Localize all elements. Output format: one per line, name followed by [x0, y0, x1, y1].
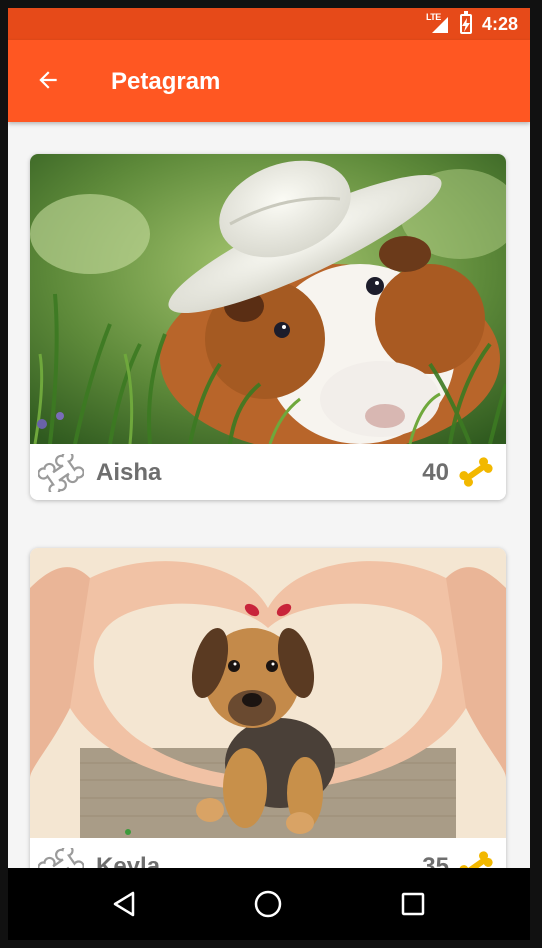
triangle-back-icon	[113, 891, 135, 917]
nav-recents-button[interactable]	[393, 886, 433, 922]
battery-icon	[459, 11, 472, 34]
status-time: 4:28	[481, 13, 518, 34]
system-nav-bar	[8, 868, 530, 940]
pet-card-footer: Keyla 35	[30, 838, 506, 868]
nav-back-button[interactable]	[104, 886, 144, 922]
pet-name: Aisha	[96, 459, 162, 486]
status-bar: LTE 4:28	[8, 8, 530, 40]
arrow-left-icon	[39, 71, 57, 89]
square-recents-icon	[401, 892, 425, 916]
back-button[interactable]	[30, 62, 66, 98]
pet-photo	[30, 548, 506, 838]
nav-home-button[interactable]	[248, 886, 288, 922]
status-icons: LTE 4:28	[425, 11, 518, 35]
like-count: 40	[422, 459, 449, 486]
bone-outline-icon	[38, 848, 84, 868]
pet-name: Keyla	[96, 853, 161, 868]
bone-outline-icon	[38, 454, 84, 492]
lte-signal-icon: LTE	[425, 12, 450, 34]
phone-screen: LTE 4:28 Petagram Aisha 40 Keyla 35	[8, 8, 530, 940]
network-label: LTE	[425, 12, 441, 22]
pet-list[interactable]: Aisha 40 Keyla 35	[8, 122, 530, 868]
app-title: Petagram	[111, 68, 221, 95]
pet-card[interactable]: Keyla 35	[30, 548, 506, 868]
pet-card[interactable]: Aisha 40	[30, 154, 506, 500]
pet-photo	[30, 154, 506, 444]
bone-gold-icon[interactable]	[456, 850, 496, 868]
like-count: 35	[422, 853, 449, 868]
circle-home-icon	[254, 890, 282, 918]
bone-gold-icon[interactable]	[456, 456, 496, 488]
pet-card-footer: Aisha 40	[30, 444, 506, 500]
app-bar: Petagram	[8, 40, 530, 122]
